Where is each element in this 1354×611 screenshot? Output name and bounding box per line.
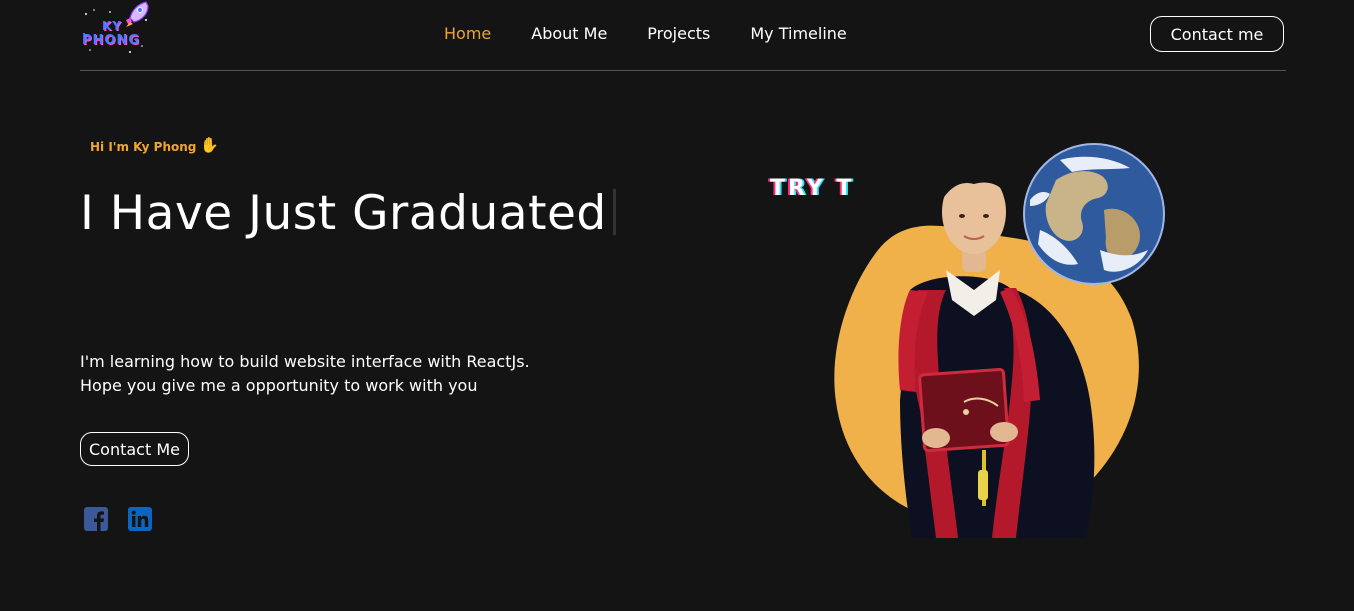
hero-description: I'm learning how to build website interf…: [80, 350, 640, 398]
logo-text-ky: KY: [102, 19, 122, 33]
hero-contact-button[interactable]: Contact Me: [80, 432, 189, 466]
linkedin-link[interactable]: [128, 507, 152, 531]
nav-home[interactable]: Home: [444, 24, 491, 43]
hero-description-line2: Hope you give me a opportunity to work w…: [80, 376, 478, 395]
social-links: [84, 507, 152, 531]
hero-headline-text: I Have Just Graduated: [80, 186, 607, 241]
hero-description-line1: I'm learning how to build website interf…: [80, 352, 530, 371]
rocket-icon: [126, 1, 149, 27]
earth-globe: [1023, 143, 1165, 285]
nav-my-timeline[interactable]: My Timeline: [750, 24, 846, 43]
main-nav: Home About Me Projects My Timeline: [444, 24, 847, 43]
nav-projects[interactable]: Projects: [647, 24, 710, 43]
linkedin-icon: [128, 507, 152, 531]
typing-cursor: [612, 189, 616, 235]
logo-text-phong: PHONG: [82, 33, 141, 48]
animated-text: TRY T: [770, 176, 855, 201]
nav-about-me[interactable]: About Me: [531, 24, 607, 43]
greeting-text: Hi I'm Ky Phong: [90, 140, 197, 154]
site-logo[interactable]: KY PHONG: [80, 0, 152, 58]
raised-hand-icon: ✋: [200, 136, 220, 154]
facebook-icon: [84, 507, 108, 531]
facebook-link[interactable]: [84, 507, 108, 531]
site-header: KY PHONG Home About Me Projects My Timel…: [80, 0, 1286, 71]
greeting: Hi I'm Ky Phong ✋: [90, 136, 219, 154]
header-contact-button[interactable]: Contact me: [1150, 16, 1284, 52]
hero-headline: I Have Just Graduated: [80, 186, 616, 241]
